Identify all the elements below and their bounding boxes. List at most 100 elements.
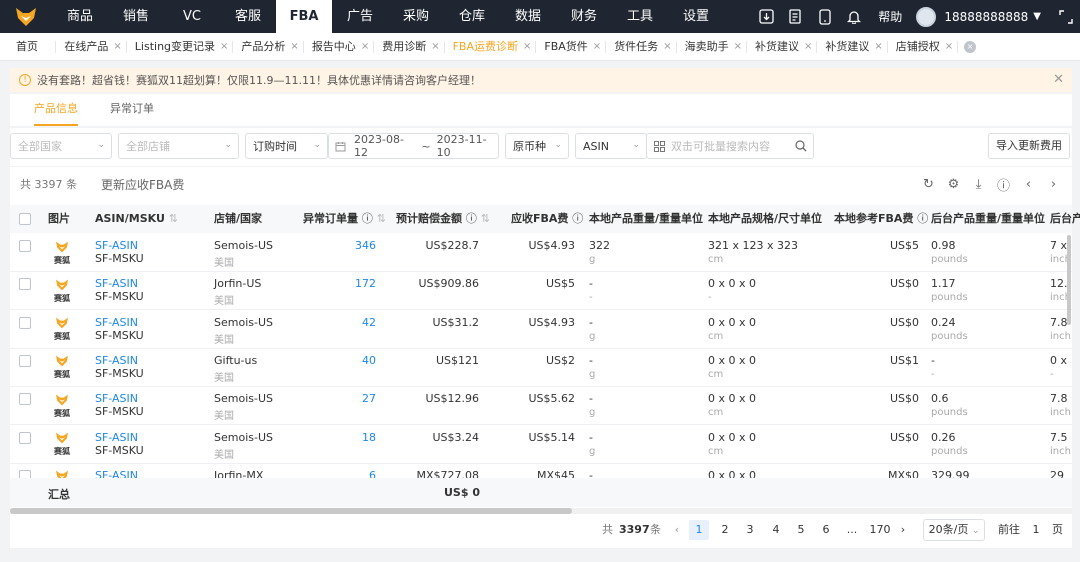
date-range-picker[interactable]: 2023-08-12 ~ 2023-11-10	[328, 133, 499, 159]
tab-product-info[interactable]: 产品信息	[34, 94, 78, 126]
abnormal-order-count[interactable]: 6	[369, 469, 376, 478]
tab-fba-shipments[interactable]: FBA货件 ×	[536, 33, 605, 61]
update-fba-fee-button[interactable]: 更新应收FBA费	[101, 176, 184, 193]
page-button[interactable]: 5	[791, 520, 811, 540]
fullscreen-icon[interactable]	[1051, 0, 1080, 33]
page-button[interactable]: 170	[867, 520, 893, 540]
nav-item-tools[interactable]: 工具	[612, 0, 668, 33]
chevron-right-icon[interactable]: ›	[1041, 177, 1066, 192]
abnormal-order-count[interactable]: 346	[355, 239, 376, 252]
page-button[interactable]: 4	[766, 520, 786, 540]
row-checkbox[interactable]	[19, 240, 31, 252]
row-checkbox[interactable]	[19, 354, 31, 367]
search-icon[interactable]	[795, 140, 807, 152]
export-icon[interactable]: ⤓	[966, 177, 991, 192]
close-icon[interactable]: ×	[734, 33, 742, 61]
nav-item-finance[interactable]: 财务	[556, 0, 612, 33]
store-select[interactable]: 全部店铺 ⌄	[118, 133, 239, 159]
chevron-right-icon[interactable]: ›	[896, 520, 910, 540]
tab-store-auth[interactable]: 店铺授权 ×	[888, 33, 957, 61]
close-all-tabs-icon[interactable]: ×	[964, 40, 977, 53]
select-all-checkbox[interactable]	[19, 213, 31, 225]
col-asin-msku[interactable]: ASIN/MSKU ⇅	[95, 205, 178, 233]
nav-item-goods[interactable]: 商品	[52, 0, 108, 33]
table-row[interactable]: 赛狐 SF-ASIN SF-MSKU Semois-US 美国 27 US$12.96 US$…	[10, 387, 1072, 426]
tab-restock-suggestion[interactable]: 补货建议 ×	[747, 33, 816, 61]
col-fba-fee[interactable]: 应收FBA费 ⓘ	[511, 205, 583, 233]
sort-icon[interactable]: ⇅	[481, 212, 490, 225]
search-field-select[interactable]: ASIN ⌄	[575, 133, 647, 159]
download-icon[interactable]	[752, 0, 781, 33]
import-update-fee-button[interactable]: 导入更新费用	[988, 133, 1070, 159]
nav-item-warehouse[interactable]: 仓库	[444, 0, 500, 33]
table-row[interactable]: 赛狐 SF-ASIN SF-MSKU Jorfin-US 美国 172 US$909.86 U…	[10, 272, 1072, 311]
tab-product-analysis[interactable]: 产品分析 ×	[233, 33, 302, 61]
asin-link[interactable]: SF-ASIN	[95, 277, 138, 290]
nav-item-data[interactable]: 数据	[500, 0, 556, 33]
close-icon[interactable]: ×	[593, 33, 601, 61]
row-checkbox[interactable]	[19, 393, 31, 406]
time-type-select[interactable]: 订购时间 ⌄	[245, 133, 328, 159]
abnormal-order-count[interactable]: 42	[362, 316, 376, 329]
nav-item-settings[interactable]: 设置	[668, 0, 724, 33]
avatar[interactable]	[916, 6, 937, 27]
abnormal-order-count[interactable]: 40	[362, 354, 376, 367]
tab-shipment-tasks[interactable]: 货件任务 ×	[606, 33, 675, 61]
goto-page-input[interactable]: 1	[1024, 519, 1048, 541]
close-icon[interactable]: ×	[945, 33, 953, 61]
row-checkbox[interactable]	[19, 316, 31, 329]
help-icon[interactable]: ⓘ	[572, 212, 583, 225]
asin-link[interactable]: SF-ASIN	[95, 239, 138, 252]
asin-link[interactable]: SF-ASIN	[95, 316, 138, 329]
nav-item-ads[interactable]: 广告	[332, 0, 388, 33]
asin-link[interactable]: SF-ASIN	[95, 469, 138, 478]
asin-link[interactable]: SF-ASIN	[95, 431, 138, 444]
asin-link[interactable]: SF-ASIN	[95, 392, 138, 405]
close-icon[interactable]: ×	[523, 33, 531, 61]
row-checkbox[interactable]	[19, 431, 31, 444]
sort-icon[interactable]: ⇅	[377, 212, 386, 225]
tab-abnormal-orders[interactable]: 异常订单	[110, 94, 154, 126]
close-icon[interactable]: ×	[874, 33, 882, 61]
scrollbar-thumb[interactable]	[10, 508, 572, 514]
table-row[interactable]: 赛狐 SF-ASIN SF-MSKU Semois-US 美国 42 US$31.2 US$4…	[10, 311, 1072, 349]
col-abnormal-orders[interactable]: 异常订单量 ⓘ ⇅	[303, 205, 386, 233]
help-icon[interactable]: ⓘ	[362, 212, 373, 225]
refresh-icon[interactable]: ↻	[916, 177, 941, 192]
help-icon[interactable]: ⓘ	[991, 175, 1016, 194]
abnormal-order-count[interactable]: 172	[355, 277, 376, 290]
row-checkbox[interactable]	[19, 278, 31, 291]
bell-icon[interactable]	[839, 0, 868, 33]
table-row[interactable]: 赛狐 SF-ASIN SF-MSKU Giftu-us 美国 40 US$121 US$2- g…	[10, 349, 1072, 387]
page-button[interactable]: 3	[740, 520, 760, 540]
asin-link[interactable]: SF-ASIN	[95, 354, 138, 367]
close-icon[interactable]: ×	[220, 33, 228, 61]
chevron-left-icon[interactable]: ‹	[1016, 177, 1041, 192]
page-button[interactable]: 6	[816, 520, 836, 540]
help-icon[interactable]: ⓘ	[466, 212, 477, 225]
col-compensation[interactable]: 预计赔偿金额 ⓘ ⇅	[396, 205, 490, 233]
table-row[interactable]: 赛狐SF-ASINSF-MSKUJorfin-MX墨西哥6MX$727.08MX…	[10, 464, 1072, 478]
nav-item-vc[interactable]: VC	[164, 0, 220, 33]
tab-report-center[interactable]: 报告中心 ×	[304, 33, 373, 61]
page-button[interactable]: 1	[689, 520, 709, 540]
nav-item-purchase[interactable]: 采购	[388, 0, 444, 33]
user-account[interactable]: 18888888888	[944, 10, 1028, 24]
horizontal-scrollbar[interactable]	[10, 508, 1072, 514]
close-icon[interactable]: ×	[804, 33, 812, 61]
table-row[interactable]: 赛狐 SF-ASIN SF-MSKU Semois-US 美国 346 US$228.7 US…	[10, 234, 1072, 272]
chevron-down-icon[interactable]: ▼	[1033, 11, 1041, 22]
tab-fba-shipping-diagnosis[interactable]: FBA运费诊断 ×	[445, 33, 536, 61]
fox-logo-icon[interactable]	[0, 0, 52, 33]
nav-item-service[interactable]: 客服	[220, 0, 276, 33]
tab-seller-assistant[interactable]: 海卖助手 ×	[677, 33, 746, 61]
help-link[interactable]: 帮助	[878, 8, 902, 25]
close-icon[interactable]: ✕	[1053, 72, 1064, 87]
country-select[interactable]: 全部国家 ⌄	[10, 133, 112, 159]
close-icon[interactable]: ×	[290, 33, 298, 61]
abnormal-order-count[interactable]: 18	[362, 431, 376, 444]
row-checkbox[interactable]	[19, 469, 31, 478]
abnormal-order-count[interactable]: 27	[362, 392, 376, 405]
close-icon[interactable]: ×	[113, 33, 121, 61]
tab-restock-suggestion-2[interactable]: 补货建议 ×	[817, 33, 886, 61]
